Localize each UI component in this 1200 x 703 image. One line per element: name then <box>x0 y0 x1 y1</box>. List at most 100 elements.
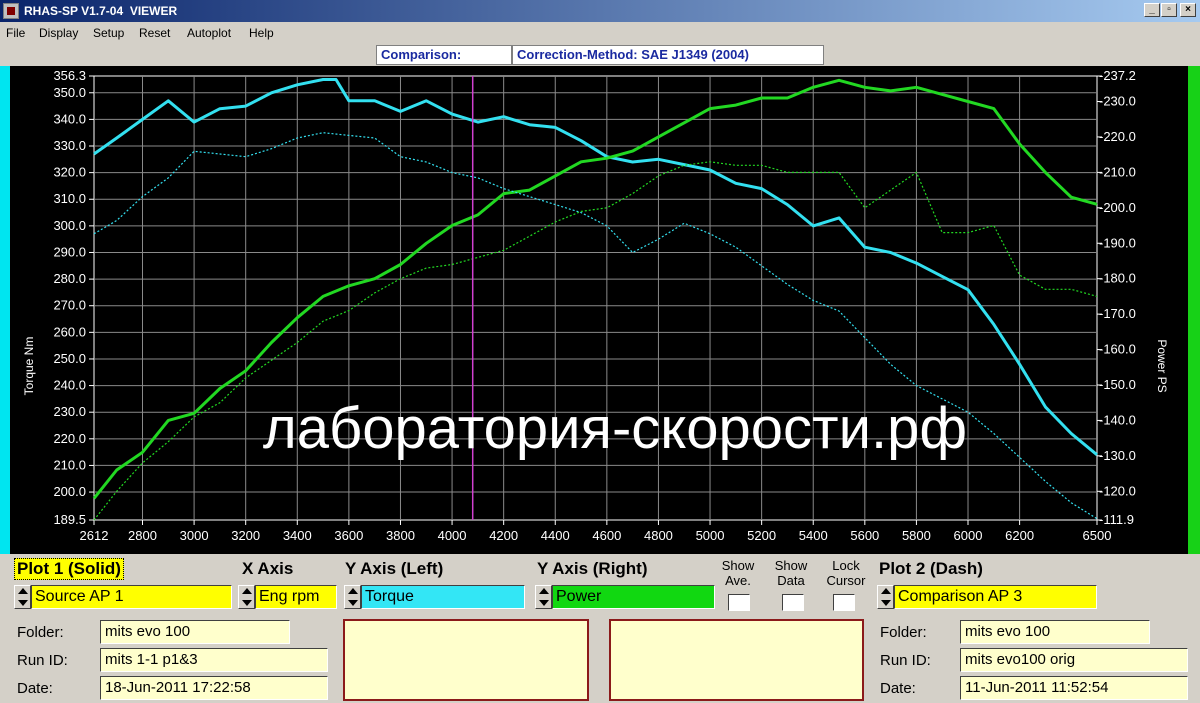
xaxis-spinner[interactable] <box>238 585 255 609</box>
comparison-header: Comparison: Correction-Method: SAE J1349… <box>0 44 1200 66</box>
source2-field[interactable]: Comparison AP 3 <box>894 585 1097 609</box>
spin-down-icon[interactable] <box>348 600 358 606</box>
y-left-tick-label: 340.0 <box>53 111 86 126</box>
plot1-title[interactable]: Plot 1 (Solid) <box>14 558 124 580</box>
x-tick-label: 5600 <box>850 528 879 543</box>
x-tick-label: 3600 <box>334 528 363 543</box>
show-data-label: Show Data <box>774 558 808 588</box>
xaxis-field[interactable]: Eng rpm <box>255 585 337 609</box>
x-tick-label: 5800 <box>902 528 931 543</box>
source2-spinner[interactable] <box>877 585 894 609</box>
y-left-tick-label: 220.0 <box>53 431 86 446</box>
x-tick-label: 3200 <box>231 528 260 543</box>
menu-autoplot[interactable]: Autoplot <box>187 26 231 40</box>
lock-cursor-checkbox[interactable] <box>833 594 855 611</box>
app-icon[interactable] <box>3 3 19 19</box>
yleft-field[interactable]: Torque <box>361 585 525 609</box>
spin-down-icon[interactable] <box>18 600 28 606</box>
plot2-title: Plot 2 (Dash) <box>879 559 983 578</box>
folder1-value: mits evo 100 <box>100 620 290 644</box>
menu-reset[interactable]: Reset <box>139 26 170 40</box>
close-button[interactable]: × <box>1180 3 1196 17</box>
menu-help[interactable]: Help <box>249 26 274 40</box>
window-title: RHAS-SP V1.7-04 VIEWER <box>24 4 178 18</box>
y-right-tick-label: -140.0 <box>1099 412 1136 427</box>
menu-display[interactable]: Display <box>39 26 78 40</box>
minimize-button[interactable]: _ <box>1144 3 1160 17</box>
y-right-tick-label: -190.0 <box>1099 235 1136 250</box>
x-tick-label: 4600 <box>592 528 621 543</box>
show-ave-label: Show Ave. <box>721 558 755 588</box>
menu-bar: File Display Setup Reset Autoplot Help <box>0 22 1200 42</box>
y-right-tick-label: -150.0 <box>1099 377 1136 392</box>
y-left-tick-label: 320.0 <box>53 165 86 180</box>
notes-box-1[interactable] <box>343 619 589 701</box>
show-data-checkbox[interactable] <box>782 594 804 611</box>
y-right-tick-label: -200.0 <box>1099 200 1136 215</box>
y-right-tick-label: -170.0 <box>1099 306 1136 321</box>
chart-area[interactable]: 2612 2800 3000 3200 3400 3600 3800 4000 4200 4400… <box>0 66 1200 554</box>
y-left-tick-label: 250.0 <box>53 351 86 366</box>
y-right-tick-label: -120.0 <box>1099 483 1136 498</box>
x-tick-label: 3800 <box>386 528 415 543</box>
title-bar: RHAS-SP V1.7-04 VIEWER _ ▫ × <box>0 0 1200 22</box>
x-tick-label: 4000 <box>438 528 467 543</box>
spin-down-icon[interactable] <box>881 600 891 606</box>
folder2-label: Folder: <box>880 624 927 641</box>
xaxis-title: X Axis <box>242 559 294 578</box>
plot2-power-line <box>93 161 1098 521</box>
source1-spinner[interactable] <box>14 585 31 609</box>
lock-cursor-label: Lock Cursor <box>826 558 866 588</box>
y-left-tick-label: 290.0 <box>53 244 86 259</box>
show-ave-checkbox[interactable] <box>728 594 750 611</box>
run2-value: mits evo100 orig <box>960 648 1188 672</box>
y-right-tick-label: -230.0 <box>1099 94 1136 109</box>
y-right-tick-label: -180.0 <box>1099 271 1136 286</box>
x-tick-label: 5000 <box>696 528 725 543</box>
y-left-tick-label: 210.0 <box>53 457 86 472</box>
source1-field[interactable]: Source AP 1 <box>31 585 232 609</box>
notes-box-2[interactable] <box>609 619 864 701</box>
y-left-tick-label: 189.5 <box>53 512 86 527</box>
date2-label: Date: <box>880 680 916 697</box>
spin-up-icon[interactable] <box>348 588 358 594</box>
y-left-tick-label: 270.0 <box>53 298 86 313</box>
date2-value: 11-Jun-2011 11:52:54 <box>960 676 1188 700</box>
spin-up-icon[interactable] <box>539 588 549 594</box>
y-right-tick-label: -111.9 <box>1099 512 1134 527</box>
spin-up-icon[interactable] <box>881 588 891 594</box>
folder2-value: mits evo 100 <box>960 620 1150 644</box>
watermark-text: лаборатория-скорости.рф <box>263 396 967 461</box>
yleft-spinner[interactable] <box>344 585 361 609</box>
y-right-tick-label: -160.0 <box>1099 342 1136 357</box>
yright-field[interactable]: Power <box>552 585 715 609</box>
dyno-chart[interactable]: 2612 2800 3000 3200 3400 3600 3800 4000 4200 4400… <box>0 66 1200 554</box>
run2-label: Run ID: <box>880 652 931 669</box>
spin-down-icon[interactable] <box>539 600 549 606</box>
y-left-tick-label: 240.0 <box>53 378 86 393</box>
y-left-tick-label: 280.0 <box>53 271 86 286</box>
x-tick-label: 5200 <box>747 528 776 543</box>
x-tick-label: 6500 <box>1083 528 1112 543</box>
maximize-button[interactable]: ▫ <box>1161 3 1177 17</box>
spin-up-icon[interactable] <box>242 588 252 594</box>
yright-spinner[interactable] <box>535 585 552 609</box>
y-left-tick-label: 200.0 <box>53 484 86 499</box>
menu-setup[interactable]: Setup <box>93 26 124 40</box>
x-tick-label: 3400 <box>283 528 312 543</box>
folder1-label: Folder: <box>17 624 64 641</box>
run1-label: Run ID: <box>17 652 68 669</box>
x-tick-label: 4800 <box>644 528 673 543</box>
spin-up-icon[interactable] <box>18 588 28 594</box>
control-panel: Plot 1 (Solid) X Axis Y Axis (Left) Y Ax… <box>0 554 1200 703</box>
x-tick-label: 2612 <box>80 528 109 543</box>
comparison-label: Comparison: <box>376 45 512 65</box>
x-tick-label: 3000 <box>180 528 209 543</box>
spin-down-icon[interactable] <box>242 600 252 606</box>
y-right-tick-label: -237.2 <box>1099 68 1136 83</box>
x-tick-label: 5400 <box>799 528 828 543</box>
x-tick-label: 6000 <box>954 528 983 543</box>
menu-file[interactable]: File <box>6 26 25 40</box>
date1-value: 18-Jun-2011 17:22:58 <box>100 676 328 700</box>
y-left-tick-label: 310.0 <box>53 191 86 206</box>
